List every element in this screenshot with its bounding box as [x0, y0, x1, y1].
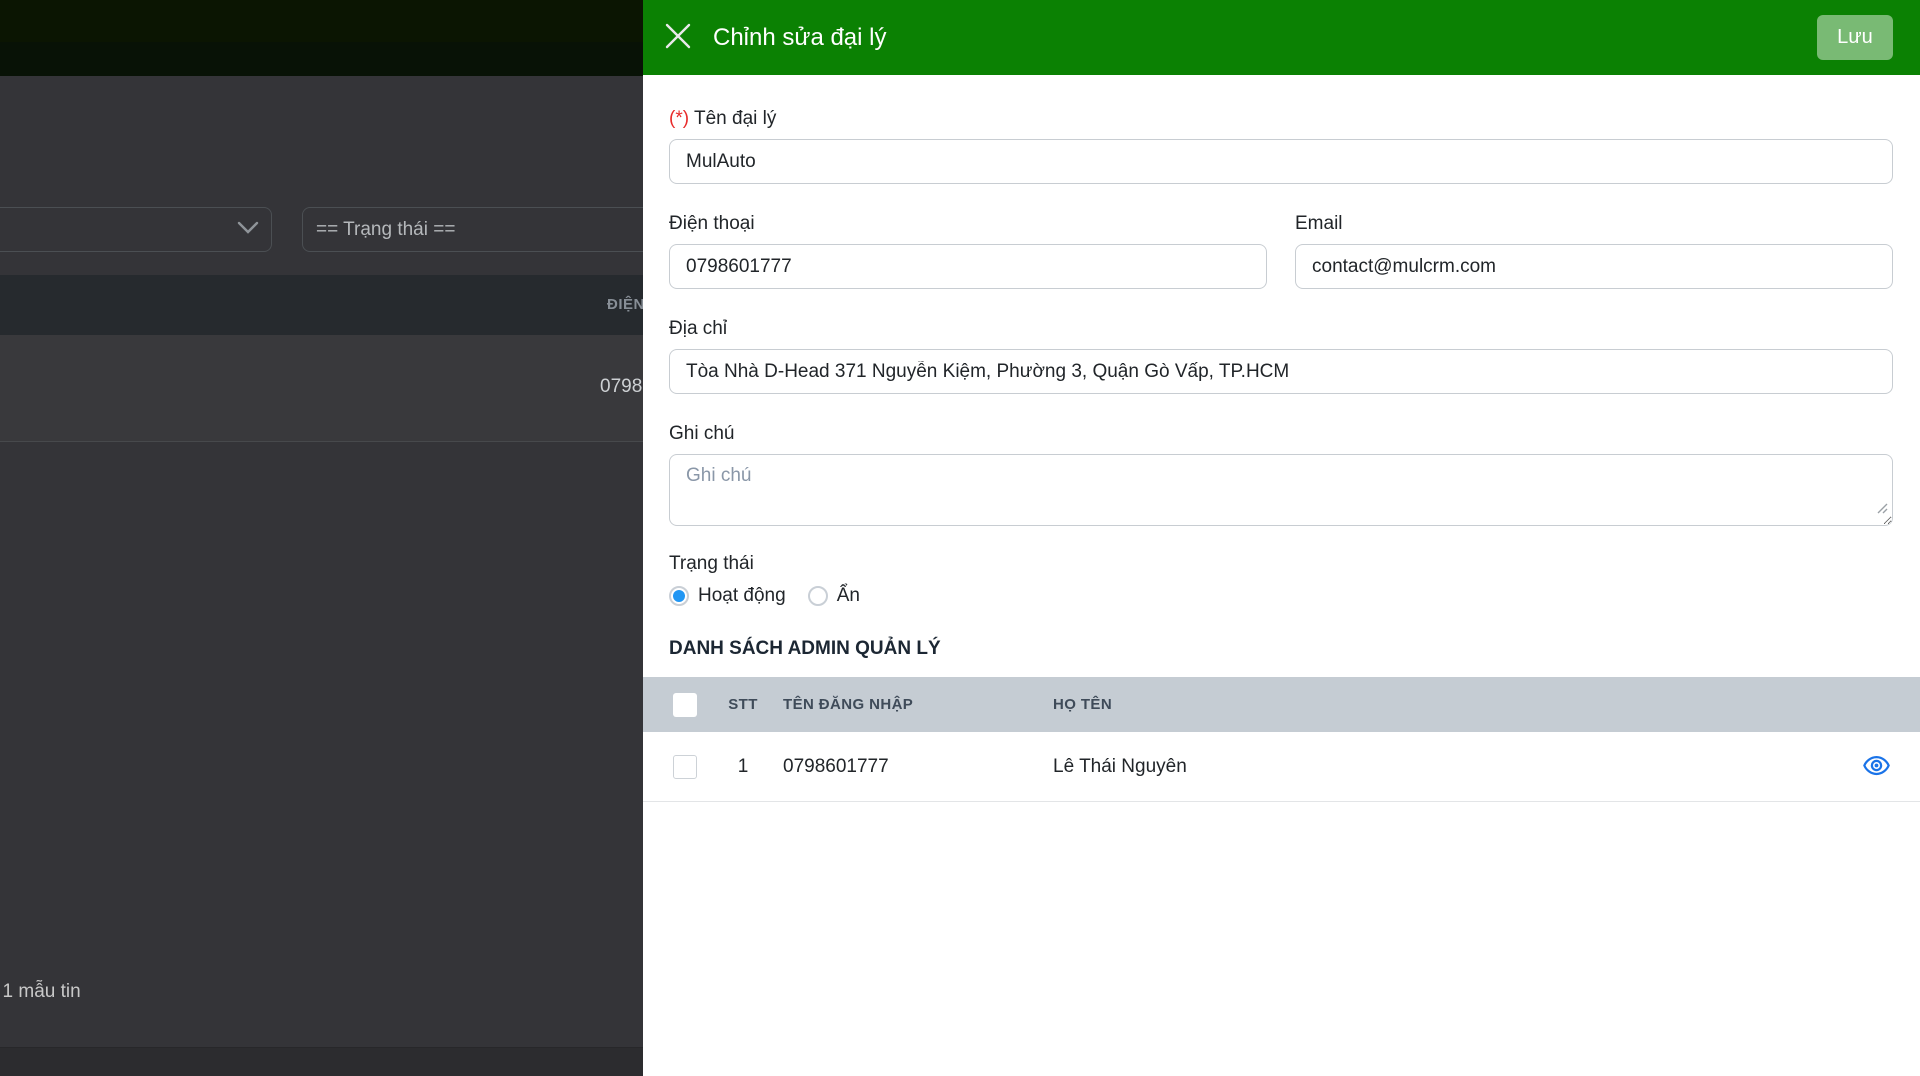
col-username: TÊN ĐĂNG NHẬP: [783, 696, 914, 713]
select-all-checkbox[interactable]: [673, 692, 697, 717]
admin-table-header: STT TÊN ĐĂNG NHẬP HỌ TÊN: [643, 677, 1920, 732]
agent-name-label: (*) Tên đại lý: [669, 108, 777, 129]
chevron-down-icon: [237, 219, 259, 241]
status-label: Trạng thái: [669, 553, 754, 574]
radio-hidden-label: Ẩn: [836, 585, 860, 606]
address-input[interactable]: [669, 349, 1893, 394]
row-stt: 1: [737, 755, 749, 777]
panel-body: (*) Tên đại lý Điện thoại Email Địa chỉ …: [643, 106, 1920, 802]
view-admin-button[interactable]: [1863, 755, 1890, 779]
admin-table-row: 1 0798601777 Lê Thái Nguyên: [643, 732, 1920, 802]
background-footer-bar: [0, 1047, 643, 1076]
background-subheader: [0, 42, 643, 76]
row-username: 0798601777: [783, 755, 889, 777]
background-status-dropdown[interactable]: == Trạng thái ==: [302, 207, 643, 252]
row-fullname: Lê Thái Nguyên: [1053, 755, 1187, 777]
radio-active-label: Hoạt động: [698, 585, 786, 606]
panel-header: Chỉnh sửa đại lý Lưu: [643, 0, 1920, 75]
background-table-header: ĐIỆN: [0, 275, 643, 335]
close-icon: [664, 22, 692, 53]
background-navbar: [0, 0, 643, 42]
edit-agent-panel: Chỉnh sửa đại lý Lưu (*) Tên đại lý Điện…: [643, 0, 1920, 1076]
background-table-row[interactable]: 0798: [0, 335, 643, 442]
close-button[interactable]: [661, 21, 695, 55]
status-radio-group: Hoạt động Ẩn: [669, 584, 1893, 608]
note-textarea[interactable]: [669, 454, 1893, 526]
status-dropdown-value: == Trạng thái ==: [316, 218, 456, 240]
radio-active[interactable]: [669, 586, 689, 606]
address-label: Địa chỉ: [669, 318, 728, 339]
panel-title: Chỉnh sửa đại lý: [713, 23, 887, 51]
dimmed-background-page: == Trạng thái == ĐIỆN 0798 / 1 mẫu tin: [0, 0, 643, 1076]
background-row-phone: 0798: [600, 376, 643, 397]
note-label: Ghi chú: [669, 423, 735, 444]
admin-list-heading: DANH SÁCH ADMIN QUẢN LÝ: [669, 638, 941, 659]
eye-icon: [1863, 755, 1890, 779]
background-filter-dropdown[interactable]: [0, 207, 272, 252]
phone-label: Điện thoại: [669, 213, 755, 234]
radio-hidden[interactable]: [807, 586, 828, 606]
email-input[interactable]: [1295, 244, 1893, 289]
row-checkbox[interactable]: [673, 754, 697, 779]
col-stt: STT: [728, 696, 758, 713]
email-label: Email: [1295, 213, 1343, 234]
save-button[interactable]: Lưu: [1817, 15, 1893, 60]
agent-name-input[interactable]: [669, 139, 1893, 184]
phone-input[interactable]: [669, 244, 1267, 289]
background-col-phone: ĐIỆN: [607, 296, 643, 313]
record-count: / 1 mẫu tin: [0, 981, 81, 1002]
col-fullname: HỌ TÊN: [1053, 696, 1113, 713]
required-marker: (*): [669, 108, 690, 129]
admin-table: STT TÊN ĐĂNG NHẬP HỌ TÊN 1 0798601777 Lê…: [643, 677, 1920, 802]
